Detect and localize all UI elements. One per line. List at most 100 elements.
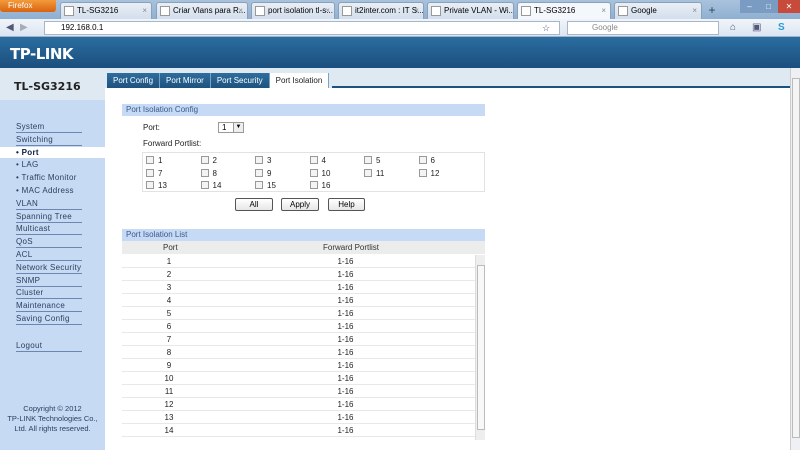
table-row[interactable]: 3 1-16 — [122, 281, 475, 294]
port-checkbox-5[interactable]: 5 — [364, 156, 380, 165]
bookmark-star-icon[interactable]: ☆ — [542, 22, 550, 34]
help-button[interactable]: Help — [328, 198, 365, 211]
browser-tab[interactable]: Criar Vlans para R... × — [156, 2, 248, 19]
sidebar-item-mac-address[interactable]: • MAC Address — [16, 185, 82, 196]
sidebar-item-port[interactable]: • Port — [0, 146, 105, 158]
port-checkbox-13[interactable]: 13 — [146, 181, 167, 190]
tab-port-isolation[interactable]: Port Isolation — [269, 73, 330, 88]
sidebar-item-saving-config[interactable]: Saving Config — [16, 313, 82, 325]
sidebar-item-system[interactable]: System — [16, 121, 82, 133]
browser-tab[interactable]: TL-SG3216 × — [60, 2, 152, 19]
port-checkbox-9[interactable]: 9 — [255, 168, 271, 178]
port-checkbox-12[interactable]: 12 — [418, 168, 439, 178]
sidebar-item-multicast[interactable]: Multicast — [16, 223, 82, 236]
sidebar-item-network-security[interactable]: Network Security — [16, 262, 82, 274]
port-checkbox-2[interactable]: 2 — [200, 156, 217, 165]
sidebar-item-snmp[interactable]: SNMP — [16, 275, 82, 287]
checkbox[interactable] — [309, 181, 318, 189]
port-checkbox-16[interactable]: 16 — [309, 181, 330, 190]
scrollbar-thumb[interactable] — [792, 78, 800, 438]
close-tab-icon[interactable]: × — [601, 3, 606, 19]
close-tab-icon[interactable]: × — [325, 3, 330, 19]
maximize-icon[interactable]: □ — [759, 0, 778, 13]
checkbox[interactable] — [200, 181, 209, 189]
table-row[interactable]: 5 1-16 — [122, 307, 475, 320]
table-row[interactable]: 2 1-16 — [122, 268, 475, 281]
browser-tab[interactable]: TL-SG3216 × — [517, 2, 611, 19]
checkbox[interactable] — [309, 168, 318, 177]
checkbox[interactable] — [146, 168, 154, 177]
port-select[interactable]: 1 ▼ — [218, 122, 244, 133]
list-scrollbar[interactable] — [475, 255, 485, 440]
checkbox[interactable] — [200, 156, 209, 164]
scrollbar-thumb[interactable] — [477, 265, 485, 430]
port-checkbox-6[interactable]: 6 — [418, 156, 435, 165]
table-row[interactable]: 14 1-16 — [122, 424, 475, 437]
browser-tab[interactable]: Google × — [614, 2, 702, 19]
close-tab-icon[interactable]: × — [142, 3, 147, 19]
page-scrollbar[interactable] — [790, 68, 800, 450]
sidebar-item-acl[interactable]: ACL — [16, 249, 82, 261]
search-input[interactable]: Google — [567, 21, 719, 35]
url-input[interactable]: 192.168.0.1 — [44, 21, 560, 35]
port-checkbox-8[interactable]: 8 — [200, 168, 217, 178]
table-row[interactable]: 11 1-16 — [122, 385, 475, 398]
sidebar-item-maintenance[interactable]: Maintenance — [16, 300, 82, 313]
firefox-menu-button[interactable]: Firefox — [0, 0, 56, 12]
checkbox[interactable] — [418, 156, 427, 164]
new-tab-button[interactable]: + — [704, 2, 720, 19]
checkbox[interactable] — [255, 168, 263, 177]
table-row[interactable]: 12 1-16 — [122, 398, 475, 411]
port-checkbox-7[interactable]: 7 — [146, 168, 162, 178]
table-row[interactable]: 1 1-16 — [122, 255, 475, 268]
close-tab-icon[interactable]: × — [692, 3, 697, 19]
port-checkbox-4[interactable]: 4 — [309, 156, 326, 165]
sidebar-item-spanning-tree[interactable]: Spanning Tree — [16, 211, 82, 223]
checkbox[interactable] — [146, 156, 154, 164]
browser-tab[interactable]: Private VLAN - Wi... × — [427, 2, 514, 19]
tab-port-mirror[interactable]: Port Mirror — [160, 73, 211, 88]
sidebar-item-logout[interactable]: Logout — [16, 340, 82, 352]
close-tab-icon[interactable]: × — [238, 3, 243, 19]
sidebar-item-vlan[interactable]: VLAN — [16, 198, 82, 210]
close-tab-icon[interactable]: × — [504, 3, 509, 19]
table-row[interactable]: 4 1-16 — [122, 294, 475, 307]
checkbox[interactable] — [255, 156, 263, 164]
tab-port-config[interactable]: Port Config — [107, 73, 161, 88]
table-row[interactable]: 8 1-16 — [122, 346, 475, 359]
sidebar-item-cluster[interactable]: Cluster — [16, 287, 82, 300]
port-checkbox-15[interactable]: 15 — [255, 181, 276, 190]
checkbox[interactable] — [364, 156, 372, 164]
checkbox[interactable] — [200, 168, 209, 177]
table-row[interactable]: 10 1-16 — [122, 372, 475, 385]
table-row[interactable]: 6 1-16 — [122, 320, 475, 333]
browser-tab[interactable]: it2inter.com : IT S... × — [338, 2, 424, 19]
all-button[interactable]: All — [235, 198, 273, 211]
tab-port-security[interactable]: Port Security — [210, 73, 270, 88]
close-icon[interactable]: ✕ — [778, 0, 800, 13]
browser-tab[interactable]: port isolation tl-s... × — [251, 2, 335, 19]
chevron-down-icon[interactable]: ▼ — [233, 123, 243, 132]
sidebar-item-switching[interactable]: Switching — [16, 134, 82, 146]
sidebar-item-qos[interactable]: QoS — [16, 236, 82, 249]
sidebar-item-lag[interactable]: • LAG — [16, 159, 82, 170]
checkbox[interactable] — [418, 168, 427, 177]
close-tab-icon[interactable]: × — [414, 3, 419, 19]
port-checkbox-14[interactable]: 14 — [200, 181, 221, 190]
sidebar-item-traffic-monitor[interactable]: • Traffic Monitor — [16, 172, 82, 183]
skype-icon[interactable]: S — [778, 22, 785, 34]
port-checkbox-3[interactable]: 3 — [255, 156, 271, 165]
table-row[interactable]: 7 1-16 — [122, 333, 475, 346]
home-icon[interactable]: ⌂ — [730, 22, 736, 34]
port-checkbox-1[interactable]: 1 — [146, 156, 162, 165]
table-row[interactable]: 9 1-16 — [122, 359, 475, 372]
minimize-icon[interactable]: – — [740, 0, 759, 13]
bookmarks-icon[interactable]: ▣ — [752, 22, 761, 34]
back-icon[interactable]: ◀ — [6, 22, 14, 34]
port-checkbox-11[interactable]: 11 — [364, 168, 384, 178]
checkbox[interactable] — [309, 156, 318, 164]
apply-button[interactable]: Apply — [281, 198, 319, 211]
port-checkbox-10[interactable]: 10 — [309, 168, 330, 178]
checkbox[interactable] — [255, 181, 263, 189]
checkbox[interactable] — [364, 168, 372, 177]
